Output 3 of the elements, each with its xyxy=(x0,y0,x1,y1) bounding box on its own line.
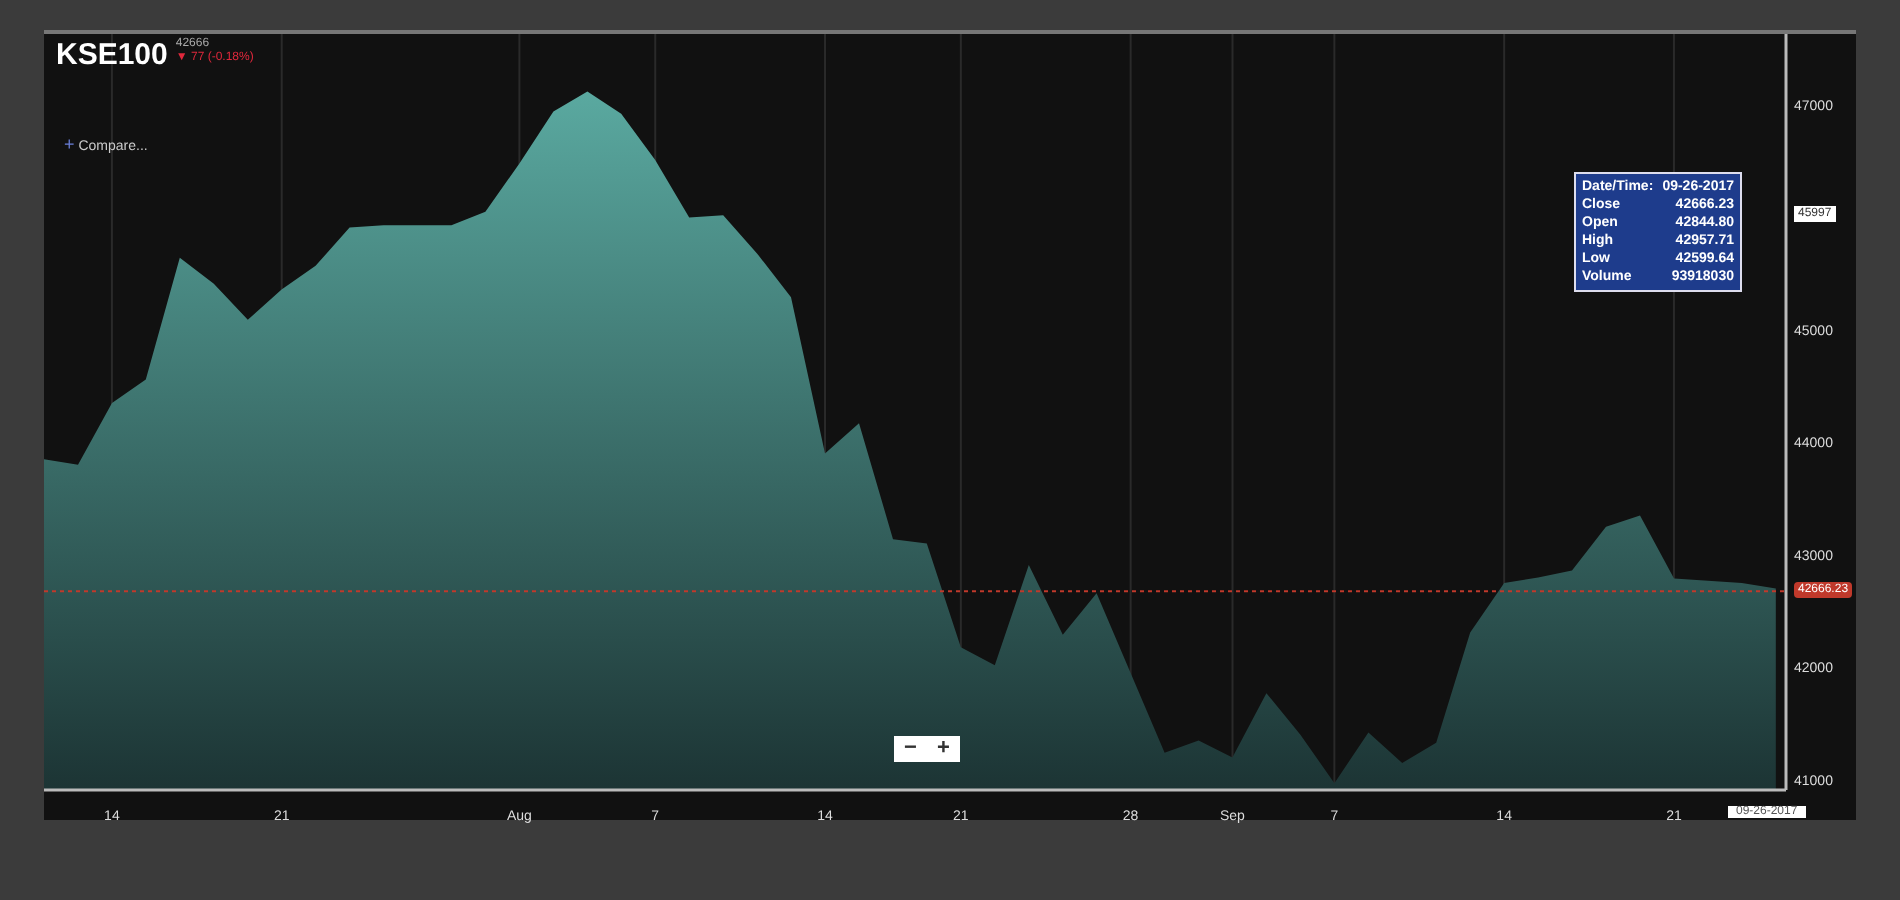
zoom-out-button[interactable]: − xyxy=(894,736,927,762)
symbol-title: KSE100 xyxy=(56,38,168,72)
zoom-in-button[interactable]: + xyxy=(926,736,960,762)
